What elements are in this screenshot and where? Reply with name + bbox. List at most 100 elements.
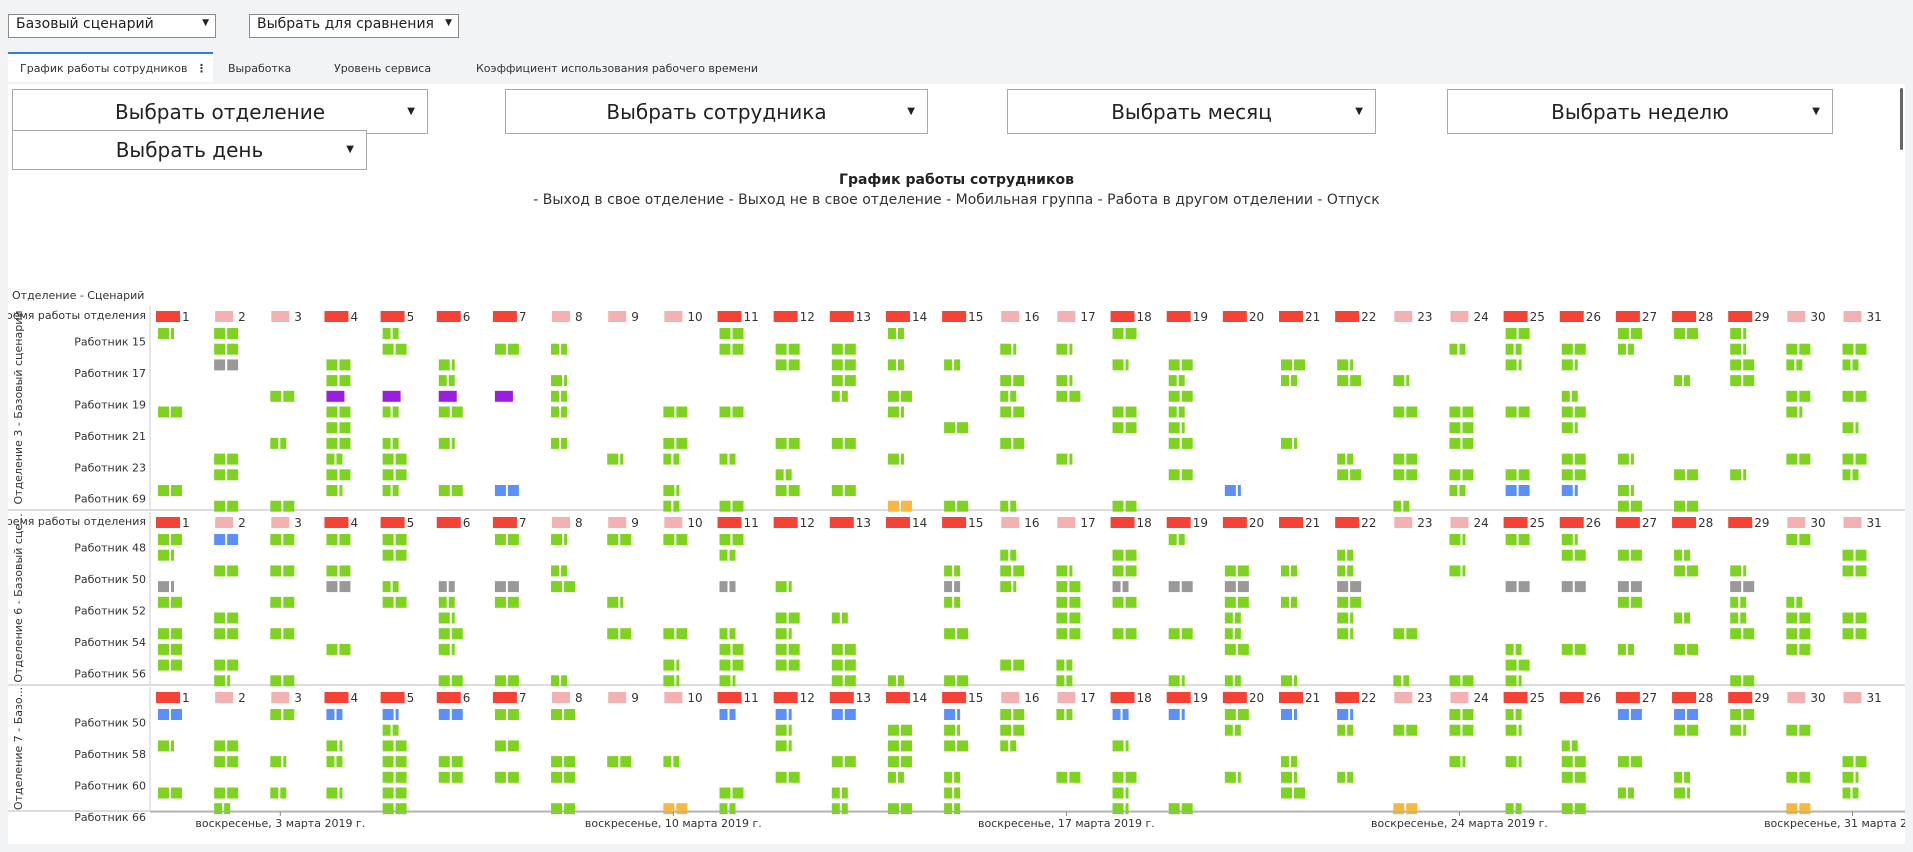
- schedule-cell: [1462, 534, 1466, 545]
- schedule-cell: [551, 581, 563, 593]
- schedule-cell: [719, 534, 731, 545]
- schedule-cell: [1842, 612, 1854, 624]
- schedule-cell: [1237, 581, 1249, 593]
- worktime-bar: [608, 692, 627, 703]
- schedule-cell: [1740, 596, 1747, 608]
- schedule-cell: [1674, 500, 1686, 512]
- schedule-cell: [1069, 375, 1073, 387]
- day-label: 31: [1867, 516, 1882, 530]
- schedule-cell: [1561, 422, 1573, 434]
- schedule-cell: [1013, 375, 1025, 387]
- schedule-cell: [395, 787, 407, 799]
- schedule-cell: [326, 709, 335, 720]
- worktime-bar: [664, 692, 683, 703]
- schedule-cell: [1842, 787, 1851, 799]
- schedule-cell: [1674, 771, 1683, 783]
- schedule-cell: [1294, 709, 1297, 720]
- schedule-cell: [1178, 375, 1185, 387]
- schedule-cell: [1561, 359, 1573, 371]
- schedule-cell: [1291, 375, 1297, 387]
- schedule-cell: [1505, 756, 1517, 768]
- worktime-bar: [552, 517, 571, 528]
- schedule-cell: [1730, 612, 1739, 624]
- schedule-cell: [1393, 803, 1405, 815]
- schedule-cell: [887, 406, 899, 418]
- schedule-cell: [1337, 771, 1346, 783]
- worktime-bar: [608, 311, 627, 322]
- schedule-cell: [551, 437, 560, 449]
- schedule-cell: [1000, 549, 1009, 561]
- schedule-cell: [663, 406, 675, 418]
- tab-service-level[interactable]: Уровень сервиса: [334, 52, 431, 82]
- schedule-cell: [841, 787, 848, 799]
- schedule-cell: [395, 469, 407, 481]
- schedule-cell: [1069, 596, 1081, 608]
- schedule-cell: [663, 485, 675, 496]
- schedule-cell: [775, 469, 784, 481]
- schedule-cell: [1112, 500, 1124, 512]
- schedule-cell: [1786, 628, 1798, 640]
- day-label: 21: [1305, 691, 1320, 705]
- schedule-cell: [326, 453, 335, 465]
- day-label: 23: [1417, 516, 1432, 530]
- tab-worktime-coefficient[interactable]: Коэффициент использования рабочего време…: [476, 52, 758, 82]
- schedule-cell: [620, 534, 632, 545]
- day-label: 21: [1305, 516, 1320, 530]
- schedule-cell: [944, 771, 953, 783]
- schedule-cell: [1122, 709, 1129, 720]
- worktime-bar: [380, 311, 405, 322]
- schedule-cell: [1056, 596, 1068, 608]
- schedule-cell: [1687, 328, 1699, 339]
- schedule-cell: [1786, 771, 1798, 783]
- schedule-cell: [775, 581, 787, 593]
- schedule-cell: [1743, 375, 1755, 387]
- schedule-cell: [1224, 628, 1233, 640]
- schedule-cell: [1518, 756, 1522, 768]
- worktime-bar: [552, 311, 571, 322]
- tab-output[interactable]: Выработка: [228, 52, 291, 82]
- day-label: 11: [744, 310, 759, 324]
- row-label: Время работы отделения: [8, 309, 146, 322]
- schedule-cell: [1294, 771, 1297, 783]
- schedule-cell: [382, 771, 394, 783]
- schedule-cell: [607, 453, 619, 465]
- tab-employee-schedule[interactable]: График работы сотрудников ⋮: [8, 52, 213, 82]
- schedule-cell: [1518, 675, 1522, 687]
- schedule-cell: [844, 437, 856, 449]
- schedule-cell: [1069, 628, 1081, 640]
- schedule-cell: [214, 740, 226, 752]
- schedule-cell: [1630, 581, 1642, 593]
- schedule-cell: [1799, 628, 1811, 640]
- schedule-cell: [494, 534, 506, 545]
- worktime-bar: [829, 311, 854, 322]
- schedule-cell: [1069, 581, 1081, 593]
- schedule-cell: [1617, 343, 1626, 355]
- schedule-cell: [1561, 469, 1573, 481]
- worktime-bar: [215, 692, 234, 703]
- schedule-cell: [1010, 740, 1017, 752]
- schedule-cell: [897, 675, 904, 687]
- scenario-select[interactable]: Базовый сценарий ▼: [8, 14, 216, 38]
- worktime-bar: [1222, 692, 1247, 703]
- schedule-cell: [1013, 709, 1025, 720]
- compare-select[interactable]: Выбрать для сравнения ▼: [249, 14, 459, 38]
- x-tick-label: воскресенье, 24 марта 2019 г.: [1371, 817, 1548, 830]
- worktime-bar: [1335, 692, 1360, 703]
- schedule-cell: [1743, 328, 1747, 339]
- schedule-cell: [382, 596, 394, 608]
- schedule-cell: [392, 437, 399, 449]
- schedule-cell: [1518, 724, 1522, 736]
- schedule-cell: [1574, 771, 1586, 783]
- day-label: 17: [1080, 516, 1095, 530]
- schedule-cell: [1687, 709, 1699, 720]
- schedule-cell: [1730, 375, 1742, 387]
- schedule-cell: [1449, 469, 1461, 481]
- day-label: 5: [407, 516, 415, 530]
- schedule-cell: [270, 675, 282, 687]
- schedule-cell: [1630, 596, 1642, 608]
- dashboard-content: Выбрать отделение ▼ Выбрать сотрудника ▼…: [8, 84, 1905, 844]
- schedule-cell: [1796, 596, 1803, 608]
- schedule-cell: [270, 756, 282, 768]
- more-vertical-icon[interactable]: ⋮: [196, 54, 207, 84]
- schedule-cell: [507, 485, 519, 496]
